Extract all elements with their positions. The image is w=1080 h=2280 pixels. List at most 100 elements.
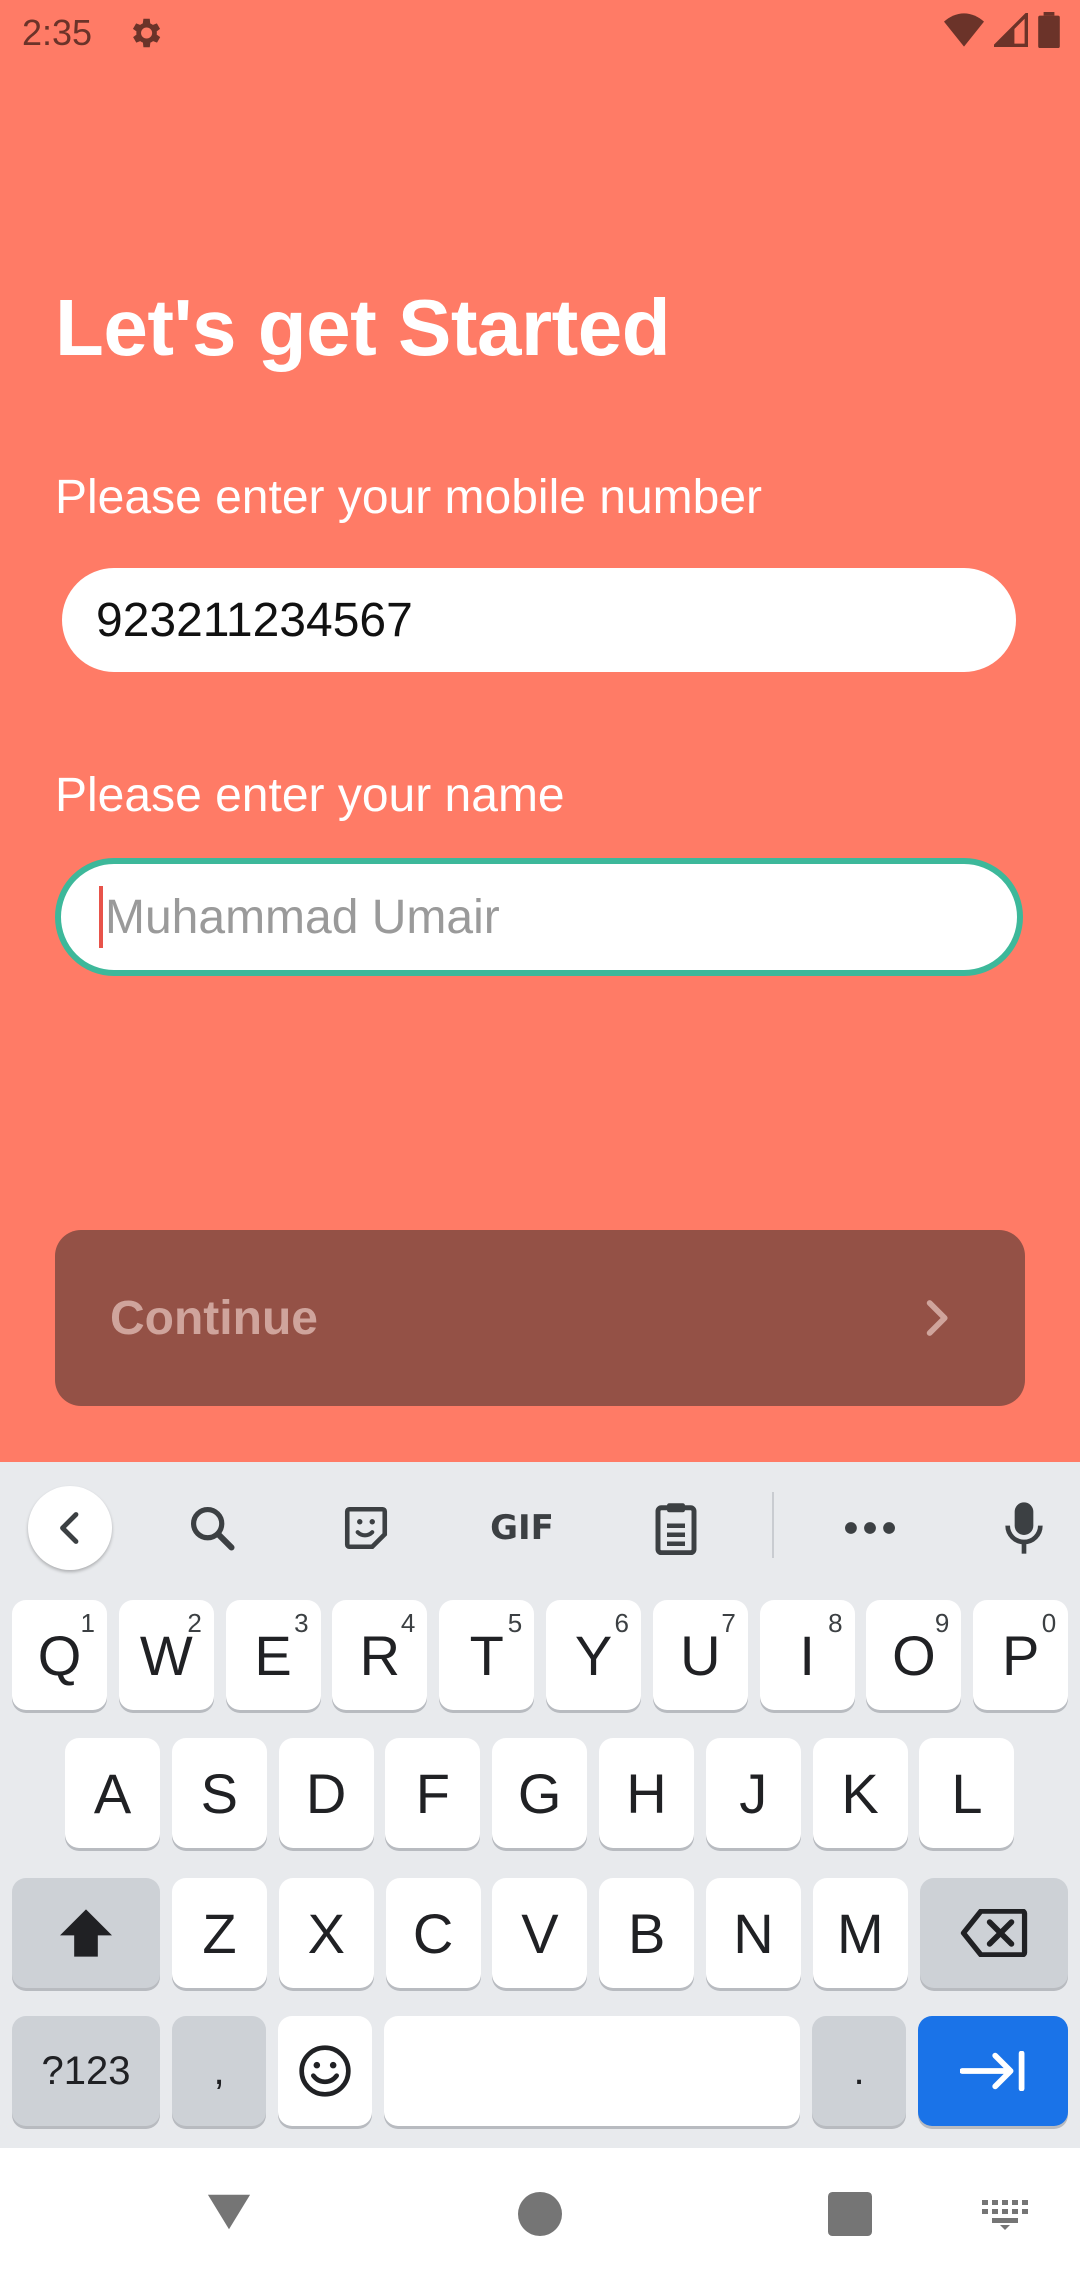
key-o[interactable]: O9 [866,1600,962,1710]
key-label: T [469,1623,504,1687]
key-m[interactable]: M [812,1878,908,1988]
more-icon[interactable] [828,1486,912,1570]
signal-icon [994,13,1028,47]
key-label: N [733,1901,774,1965]
key-label: M [836,1901,884,1965]
key-label: A [93,1761,132,1825]
key-label: K [841,1761,879,1825]
key-h[interactable]: H [599,1738,694,1848]
key-label: Q [37,1623,82,1687]
key-g[interactable]: G [492,1738,588,1848]
toolbar-divider [772,1492,774,1558]
name-placeholder: Muhammad Umair [105,890,500,944]
chevron-right-icon [926,1300,948,1336]
key-hint: 9 [934,1608,950,1638]
key-label: G [517,1761,562,1825]
key-label: L [951,1761,983,1825]
sticker-icon[interactable] [324,1486,408,1570]
tab-arrow-icon [960,2051,1025,2091]
battery-icon [1038,12,1060,48]
key-f[interactable]: F [385,1738,481,1848]
key-label: E [254,1623,292,1687]
continue-label: Continue [110,1291,318,1345]
shift-key[interactable] [12,1878,160,1988]
emoji-icon [299,2045,351,2097]
clipboard-icon[interactable] [634,1486,718,1570]
key-x[interactable]: X [278,1878,374,1988]
key-q[interactable]: Q1 [12,1600,107,1710]
key-label: V [521,1901,559,1965]
key-label: H [626,1761,667,1825]
status-bar: 2:35 [0,0,1080,66]
soft-keyboard: GIF Q1W2E3R4T5Y6U7I8O9P0 ASDFGHJKL ZXCVB… [0,1462,1080,2148]
key-y[interactable]: Y6 [546,1600,641,1710]
gif-label: GIF [490,1508,554,1548]
text-caret [99,886,103,948]
back-icon[interactable] [28,1486,112,1570]
key-i[interactable]: I8 [759,1600,855,1710]
key-label: D [305,1761,347,1825]
key-hint: 6 [614,1608,629,1638]
key-w[interactable]: W2 [118,1600,214,1710]
gif-icon[interactable]: GIF [476,1486,568,1570]
keyboard-switch-icon[interactable] [982,2200,1030,2230]
key-label: W [139,1623,193,1687]
recents-square-icon[interactable] [828,2192,872,2236]
page-title: Let's get Started [55,283,671,372]
mobile-number-input[interactable]: 923211234567 [62,568,1016,672]
key-b[interactable]: B [599,1878,695,1988]
symbols-key[interactable]: ?123 [12,2016,160,2126]
gear-icon [132,18,161,48]
home-circle-icon[interactable] [518,2192,562,2236]
key-label: I [799,1623,815,1687]
key-hint: 8 [828,1608,843,1638]
key-d[interactable]: D [278,1738,374,1848]
key-a[interactable]: A [65,1738,160,1848]
key-label: X [307,1901,345,1965]
key-label: U [680,1623,721,1687]
comma-key[interactable]: , [172,2016,266,2126]
back-triangle-icon[interactable] [206,2192,252,2232]
key-hint: 5 [507,1608,523,1638]
key-s[interactable]: S [171,1738,267,1848]
key-c[interactable]: C [385,1878,481,1988]
key-label: F [415,1761,450,1825]
search-icon[interactable] [170,1486,254,1570]
key-hint: 7 [721,1608,736,1638]
microphone-icon[interactable] [982,1486,1066,1570]
status-time: 2:35 [22,12,93,53]
key-l[interactable]: L [919,1738,1015,1848]
shift-icon [60,1909,112,1957]
key-label: R [359,1623,401,1687]
mobile-number-label: Please enter your mobile number [55,471,763,524]
mobile-number-value: 923211234567 [96,593,413,647]
wifi-icon [944,13,984,47]
key-v[interactable]: V [492,1878,588,1988]
key-r[interactable]: R4 [332,1600,428,1710]
key-u[interactable]: U7 [652,1600,748,1710]
space-key[interactable] [384,2016,800,2126]
key-hint: 0 [1041,1608,1057,1638]
period-key[interactable]: . [812,2016,906,2126]
key-j[interactable]: J [705,1738,801,1848]
key-e[interactable]: E3 [225,1600,321,1710]
key-label: B [628,1901,666,1965]
key-hint: 3 [294,1608,309,1638]
key-z[interactable]: Z [172,1878,267,1988]
key-p[interactable]: P0 [973,1600,1069,1710]
key-n[interactable]: N [706,1878,801,1988]
next-field-key[interactable] [918,2016,1068,2126]
emoji-key[interactable] [278,2016,372,2126]
key-label: J [739,1761,768,1825]
backspace-icon [960,1909,1028,1957]
keyboard-toolbar: GIF [0,1462,1080,1582]
key-k[interactable]: K [812,1738,908,1848]
backspace-key[interactable] [920,1878,1068,1988]
key-t[interactable]: T5 [439,1600,535,1710]
key-hint: 1 [80,1608,95,1638]
name-input[interactable]: Muhammad Umair [55,858,1023,976]
name-label: Please enter your name [55,769,565,822]
key-hint: 4 [400,1608,416,1638]
key-label: Y [574,1623,613,1687]
continue-button[interactable]: Continue [55,1230,1025,1406]
